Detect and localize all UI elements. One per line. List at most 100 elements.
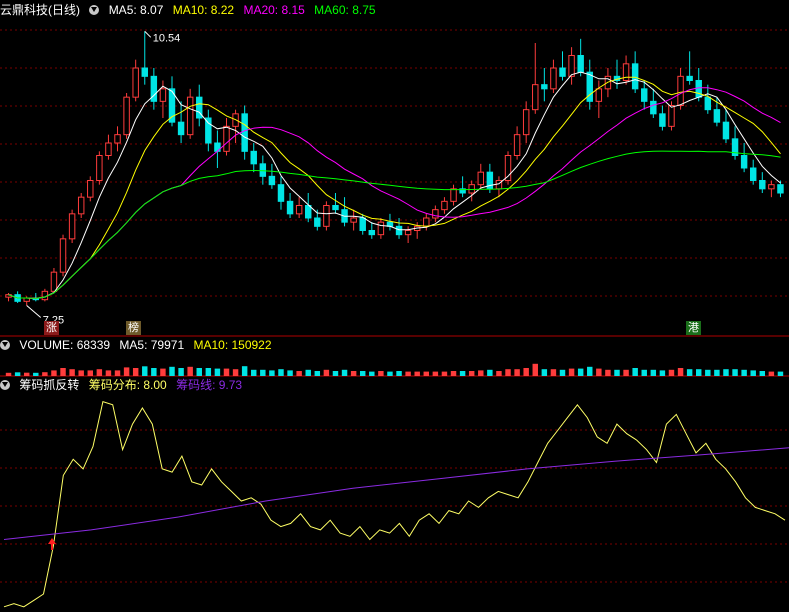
candle-body — [377, 221, 385, 236]
volume-bar — [187, 366, 193, 376]
volume-bar — [69, 369, 75, 376]
candle-body — [295, 205, 303, 215]
volume-bar — [432, 371, 439, 376]
volume-bar — [278, 369, 284, 376]
volume-bar — [450, 371, 457, 376]
candle-body — [395, 225, 403, 236]
volume-ma5-label: MA5: 79971 — [119, 338, 185, 352]
volume-bar — [241, 366, 248, 376]
candle-body — [141, 67, 148, 77]
volume-bar — [14, 372, 21, 376]
candle-body — [241, 113, 248, 152]
candle-body — [595, 88, 603, 102]
ma10-label: MA10: 8.22 — [172, 3, 235, 17]
candle-body — [513, 134, 521, 157]
candle-body — [96, 155, 103, 181]
candle-body — [677, 75, 684, 107]
candle-body — [704, 96, 712, 111]
candle-body — [468, 184, 475, 194]
candle-body — [477, 171, 484, 186]
candle-body — [713, 109, 721, 123]
candle-body — [432, 209, 439, 219]
collapse-icon[interactable] — [89, 5, 100, 15]
volume-bar — [205, 368, 212, 376]
volume-bar — [387, 371, 393, 376]
volume-bar — [33, 372, 39, 376]
volume-bar — [123, 367, 130, 376]
volume-bar — [296, 371, 302, 376]
candle-body — [50, 271, 58, 292]
high-marker — [144, 30, 152, 38]
volume-bar — [414, 371, 420, 376]
candle-body — [305, 205, 312, 219]
volume-bar — [87, 370, 93, 376]
volume-bar — [750, 370, 756, 376]
collapse-icon[interactable] — [0, 380, 10, 390]
candle-body — [550, 67, 557, 90]
candle-body — [777, 184, 784, 194]
volume-bar — [5, 372, 12, 376]
volume-bar — [614, 369, 620, 376]
candle-body — [259, 163, 267, 177]
volume-legend: VOLUME: 68339 MA5: 79971 MA10: 150922 — [0, 337, 278, 353]
volume-bar — [696, 369, 702, 376]
candle-body — [668, 105, 675, 127]
volume-bar — [232, 369, 239, 376]
candle-body — [123, 96, 130, 136]
volume-bar — [169, 366, 175, 376]
volume-bar — [468, 371, 475, 376]
volume-bar — [251, 369, 257, 376]
volume-bar — [441, 371, 448, 376]
volume-bar — [577, 368, 584, 376]
candle-body — [650, 100, 657, 115]
volume-bar — [223, 368, 230, 376]
volume-bar — [768, 371, 775, 376]
tag-bang[interactable]: 榜 — [126, 321, 141, 335]
candle-body — [368, 230, 376, 236]
tag-gang[interactable]: 港 — [686, 321, 701, 335]
candle-body — [659, 113, 666, 127]
volume-bar — [23, 372, 30, 376]
candle-body — [404, 230, 412, 236]
candle-body — [87, 180, 94, 198]
volume-bar — [105, 370, 112, 376]
candle-body — [686, 75, 693, 82]
volume-bar — [714, 369, 720, 376]
volume-bar — [668, 369, 675, 376]
ma60-line — [8, 150, 781, 299]
candle-body — [41, 290, 49, 301]
low-marker — [26, 305, 42, 318]
tag-zhang[interactable]: 涨 — [44, 321, 59, 335]
ma60-label: MA60: 8.75 — [314, 3, 376, 17]
stock-title[interactable]: 云鼎科技(日线) — [0, 3, 80, 17]
indicator-title[interactable]: 筹码抓反转 — [19, 378, 79, 392]
volume-bar — [332, 371, 339, 376]
volume-bar — [705, 369, 711, 376]
candle-body — [159, 88, 167, 102]
volume-bar — [686, 369, 693, 376]
volume-bar — [623, 369, 629, 376]
volume-bar — [160, 368, 166, 376]
candle-body — [186, 96, 194, 136]
volume-ma10-label: MA10: 150922 — [193, 338, 272, 352]
volume-bar — [341, 369, 348, 376]
stock-chart[interactable]: 10.547.25 — [0, 0, 789, 612]
volume-bar — [269, 370, 275, 376]
candle-body — [532, 84, 539, 111]
candle-body — [77, 196, 85, 215]
volume-bar — [759, 371, 766, 376]
volume-bar — [777, 371, 784, 376]
candle-body — [268, 175, 276, 186]
volume-bar — [405, 371, 411, 376]
candle-body — [541, 84, 548, 90]
main-legend: 云鼎科技(日线) MA5: 8.07 MA10: 8.22 MA20: 8.15… — [0, 2, 382, 18]
volume-bar — [741, 369, 747, 376]
candle-body — [323, 205, 330, 227]
candle-body — [223, 125, 230, 152]
volume-bar — [60, 368, 66, 376]
volume-bar — [523, 368, 529, 376]
chip-dist-line — [3, 400, 786, 608]
chip-dist-label: 筹码分布: 8.00 — [88, 378, 167, 392]
volume-bar — [369, 371, 375, 376]
collapse-icon[interactable] — [0, 340, 10, 350]
